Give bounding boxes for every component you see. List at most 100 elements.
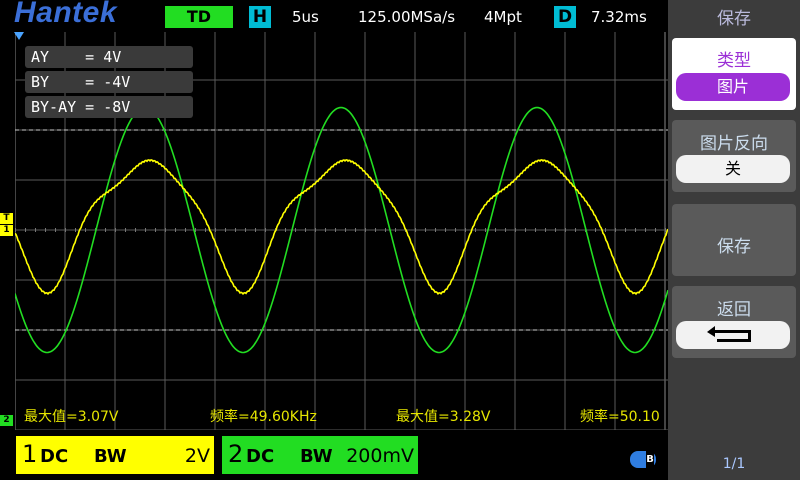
menu-orientation-button[interactable]: 图片反向 关 bbox=[672, 120, 796, 192]
brand-logo: Hantek bbox=[14, 0, 118, 29]
menu-title: 保存 bbox=[717, 9, 751, 29]
grid-tick bbox=[165, 228, 166, 232]
grid-tick bbox=[125, 228, 126, 232]
grid-tick bbox=[535, 228, 536, 232]
grid-tick bbox=[645, 228, 646, 232]
grid-tick bbox=[155, 228, 156, 232]
cursor-delta-readout: BY-AY = -8V bbox=[25, 96, 193, 118]
grid-tick bbox=[375, 228, 376, 232]
grid-tick bbox=[335, 228, 336, 232]
grid-tick bbox=[115, 228, 116, 232]
grid-tick bbox=[655, 228, 656, 232]
grid-tick bbox=[475, 228, 476, 232]
grid-tick bbox=[55, 228, 56, 232]
grid-tick bbox=[565, 228, 566, 232]
measurement-max-ch2: 最大值=3.28V bbox=[396, 409, 491, 425]
grid-tick bbox=[315, 228, 316, 232]
trigger-mode-badge[interactable]: TD bbox=[165, 6, 233, 28]
grid-tick bbox=[555, 228, 556, 232]
grid-tick bbox=[415, 228, 416, 232]
ch2-number: 2 bbox=[228, 440, 244, 468]
grid-tick bbox=[305, 228, 306, 232]
sample-rate-readout: 125.00MSa/s bbox=[358, 8, 456, 26]
grid-tick bbox=[525, 228, 526, 232]
grid-tick bbox=[75, 228, 76, 232]
grid-tick bbox=[435, 228, 436, 232]
ch2-ground-marker: 2 bbox=[0, 415, 13, 426]
grid-tick bbox=[495, 228, 496, 232]
grid-tick bbox=[225, 228, 226, 232]
status-bar: Hantek TD H 5us 125.00MSa/s 4Mpt D 7.32m… bbox=[0, 0, 668, 32]
grid-tick bbox=[635, 228, 636, 232]
return-arrow-icon bbox=[676, 321, 790, 349]
storage-status-icon: B bbox=[630, 451, 656, 468]
side-menu: 保存 类型 图片 图片反向 关 保存 返回 1/1 bbox=[668, 0, 800, 480]
grid-tick bbox=[145, 228, 146, 232]
menu-back-button[interactable]: 返回 bbox=[672, 286, 796, 358]
grid-tick bbox=[395, 228, 396, 232]
grid-tick bbox=[445, 228, 446, 232]
grid-tick bbox=[545, 228, 546, 232]
grid-tick bbox=[255, 228, 256, 232]
delay-readout: 7.32ms bbox=[591, 8, 647, 26]
grid-tick bbox=[45, 228, 46, 232]
menu-save-button[interactable]: 保存 bbox=[672, 204, 796, 276]
trigger-position-icon bbox=[14, 32, 24, 40]
menu-type-label: 类型 bbox=[717, 51, 751, 71]
grid-tick bbox=[135, 228, 136, 232]
ch2-bandwidth-limit: BW bbox=[300, 446, 333, 467]
grid-tick bbox=[205, 228, 206, 232]
grid-tick bbox=[385, 228, 386, 232]
ch2-coupling: DC bbox=[246, 446, 275, 467]
grid-tick bbox=[355, 228, 356, 232]
grid-tick bbox=[485, 228, 486, 232]
grid-tick bbox=[325, 228, 326, 232]
grid-tick bbox=[295, 228, 296, 232]
delay-marker-icon: D bbox=[554, 6, 576, 28]
ch1-settings[interactable]: 1 DC BW 2V bbox=[16, 436, 214, 474]
grid-tick bbox=[345, 228, 346, 232]
menu-orientation-label: 图片反向 bbox=[700, 134, 768, 154]
grid-tick bbox=[665, 228, 666, 232]
ch1-ground-marker: 1 bbox=[0, 225, 13, 236]
trigger-level-marker: T bbox=[0, 213, 13, 224]
grid-tick bbox=[25, 228, 26, 232]
menu-save-label: 保存 bbox=[717, 237, 751, 257]
grid-tick bbox=[15, 228, 16, 232]
grid-tick bbox=[595, 228, 596, 232]
grid-tick bbox=[465, 228, 466, 232]
grid-tick bbox=[515, 228, 516, 232]
measurement-freq-ch2: 频率=50.10 bbox=[580, 409, 660, 425]
ch1-number: 1 bbox=[22, 440, 38, 468]
grid-tick bbox=[105, 228, 106, 232]
grid-tick bbox=[505, 228, 506, 232]
grid-tick bbox=[615, 228, 616, 232]
grid-tick bbox=[605, 228, 606, 232]
grid-tick bbox=[455, 228, 456, 232]
grid-tick bbox=[85, 228, 86, 232]
menu-page-indicator: 1/1 bbox=[722, 456, 746, 472]
menu-type-value: 图片 bbox=[676, 73, 790, 101]
menu-orientation-value: 关 bbox=[676, 155, 790, 183]
grid-tick bbox=[625, 228, 626, 232]
grid-tick bbox=[245, 228, 246, 232]
grid-tick bbox=[265, 228, 266, 232]
ch2-volts-per-div: 200mV bbox=[346, 445, 414, 467]
grid-tick bbox=[285, 228, 286, 232]
menu-type-button[interactable]: 类型 图片 bbox=[672, 38, 796, 110]
cursor-by-readout: BY = -4V bbox=[25, 71, 193, 93]
memory-depth-readout: 4Mpt bbox=[484, 8, 522, 26]
grid-tick bbox=[65, 228, 66, 232]
grid-tick bbox=[35, 228, 36, 232]
measurement-max-ch1: 最大值=3.07V bbox=[24, 409, 119, 425]
grid-tick bbox=[175, 228, 176, 232]
ch2-settings[interactable]: 2 DC BW 200mV bbox=[222, 436, 418, 474]
grid-tick bbox=[215, 228, 216, 232]
grid-tick bbox=[365, 228, 366, 232]
cursor-ay-readout: AY = 4V bbox=[25, 46, 193, 68]
horizontal-marker-icon: H bbox=[249, 6, 271, 28]
ch1-bandwidth-limit: BW bbox=[94, 446, 127, 467]
grid-tick bbox=[235, 228, 236, 232]
timebase-readout: 5us bbox=[292, 8, 319, 26]
grid-tick bbox=[185, 228, 186, 232]
